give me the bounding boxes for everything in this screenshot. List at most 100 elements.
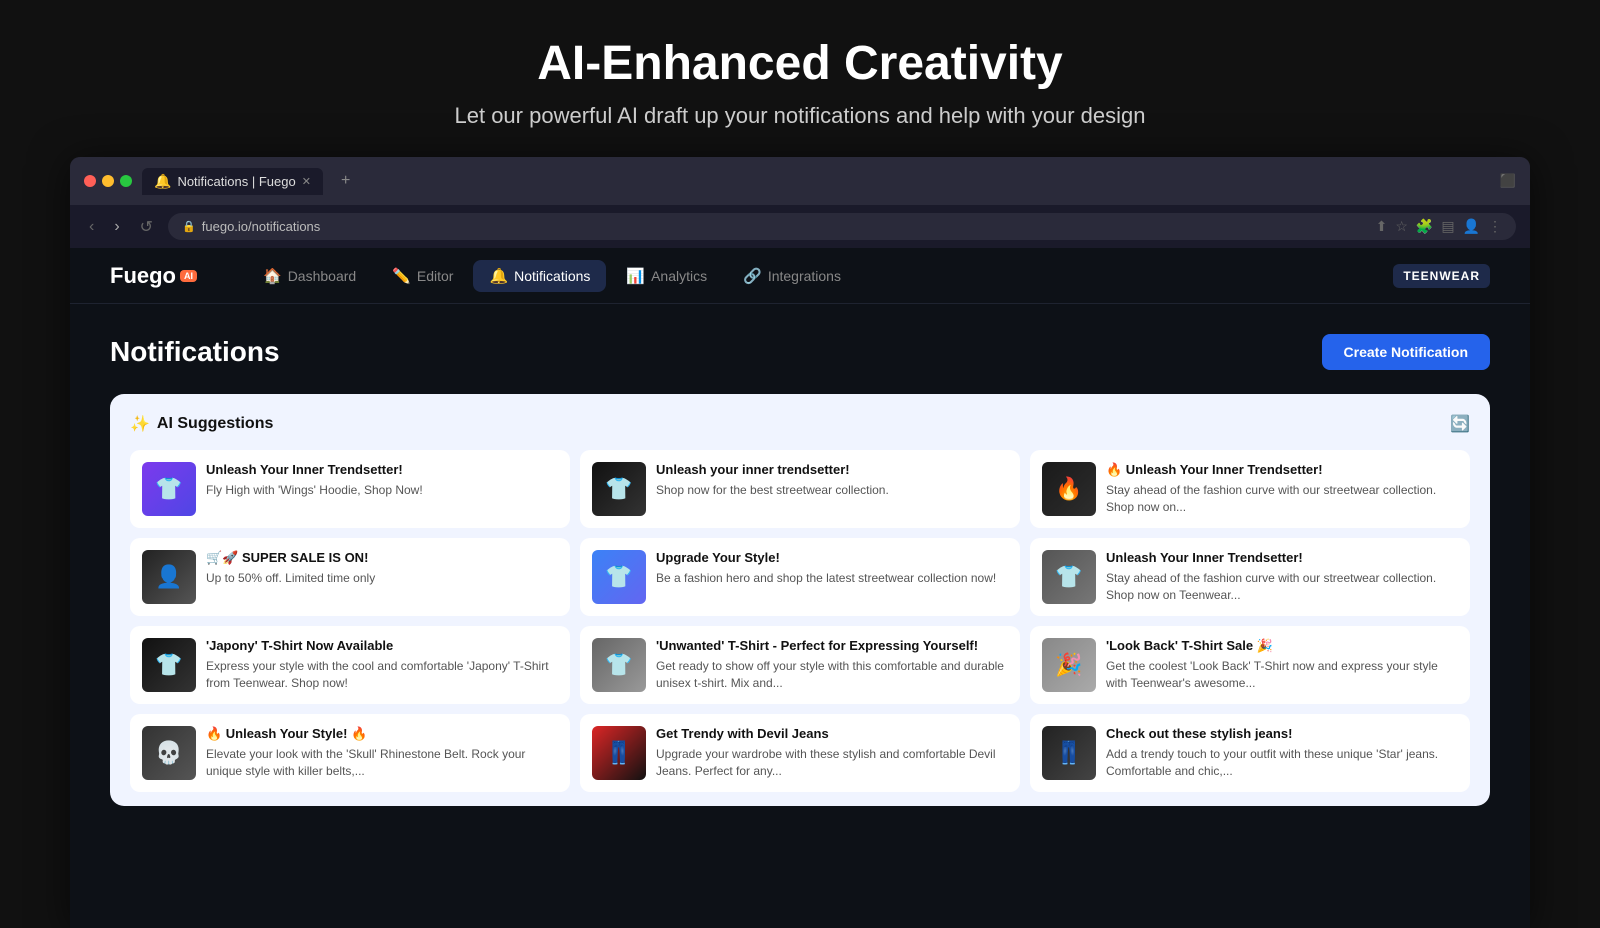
nav-notifications-label: Notifications: [514, 268, 590, 284]
suggestion-1-desc: Fly High with 'Wings' Hoodie, Shop Now!: [206, 482, 558, 499]
nav-links: 🏠 Dashboard ✏️ Editor 🔔 Notifications 📊 …: [247, 260, 1393, 292]
suggestion-3-title: 🔥 Unleash Your Inner Trendsetter!: [1106, 462, 1458, 479]
sidebar-icon[interactable]: ▤: [1441, 218, 1454, 235]
nav-user-badge[interactable]: TEENWEAR: [1393, 264, 1490, 288]
nav-notifications[interactable]: 🔔 Notifications: [473, 260, 606, 292]
suggestion-2-thumb: 👕: [592, 462, 646, 516]
suggestion-5-text: Upgrade Your Style! Be a fashion hero an…: [656, 550, 1008, 587]
refresh-suggestions-button[interactable]: 🔄: [1450, 414, 1470, 434]
lock-icon: 🔒: [182, 220, 196, 233]
browser-tab[interactable]: 🔔 Notifications | Fuego ✕: [142, 168, 323, 195]
ai-title-text: AI Suggestions: [157, 415, 273, 433]
suggestion-9-text: 'Look Back' T-Shirt Sale 🎉 Get the coole…: [1106, 638, 1458, 691]
suggestion-6-desc: Stay ahead of the fashion curve with our…: [1106, 570, 1458, 604]
suggestion-9[interactable]: 🎉 'Look Back' T-Shirt Sale 🎉 Get the coo…: [1030, 626, 1470, 704]
browser-addressbar: ‹ › ↺ 🔒 fuego.io/notifications ⬆ ☆ 🧩 ▤ 👤…: [70, 205, 1530, 248]
suggestion-9-thumb: 🎉: [1042, 638, 1096, 692]
nav-editor[interactable]: ✏️ Editor: [376, 260, 469, 292]
suggestion-7[interactable]: 👕 'Japony' T-Shirt Now Available Express…: [130, 626, 570, 704]
nav-analytics-label: Analytics: [651, 268, 707, 284]
suggestion-6-thumb: 👕: [1042, 550, 1096, 604]
suggestion-3[interactable]: 🔥 🔥 Unleash Your Inner Trendsetter! Stay…: [1030, 450, 1470, 528]
suggestion-10[interactable]: 💀 🔥 Unleash Your Style! 🔥 Elevate your l…: [130, 714, 570, 792]
suggestion-1-title: Unleash Your Inner Trendsetter!: [206, 462, 558, 479]
refresh-button[interactable]: ↺: [135, 215, 158, 239]
suggestion-2[interactable]: 👕 Unleash your inner trendsetter! Shop n…: [580, 450, 1020, 528]
window-controls: ⬛: [1500, 173, 1516, 189]
suggestion-7-thumb: 👕: [142, 638, 196, 692]
suggestion-4-desc: Up to 50% off. Limited time only: [206, 570, 558, 587]
share-icon[interactable]: ⬆: [1376, 218, 1388, 235]
suggestion-12-title: Check out these stylish jeans!: [1106, 726, 1458, 743]
suggestion-12[interactable]: 👖 Check out these stylish jeans! Add a t…: [1030, 714, 1470, 792]
page-content: Notifications Create Notification ✨ AI S…: [70, 304, 1530, 836]
editor-icon: ✏️: [392, 267, 411, 285]
bookmark-icon[interactable]: ☆: [1395, 218, 1408, 235]
address-bar-icons: ⬆ ☆ 🧩 ▤ 👤 ⋮: [1376, 218, 1502, 235]
suggestion-2-text: Unleash your inner trendsetter! Shop now…: [656, 462, 1008, 499]
suggestion-3-text: 🔥 Unleash Your Inner Trendsetter! Stay a…: [1106, 462, 1458, 515]
suggestion-5-thumb: 👕: [592, 550, 646, 604]
suggestion-2-title: Unleash your inner trendsetter!: [656, 462, 1008, 479]
suggestion-1-thumb: 👕: [142, 462, 196, 516]
forward-button[interactable]: ›: [109, 216, 124, 238]
suggestion-5-desc: Be a fashion hero and shop the latest st…: [656, 570, 1008, 587]
ai-suggestions-title: ✨ AI Suggestions: [130, 414, 273, 434]
suggestion-1-text: Unleash Your Inner Trendsetter! Fly High…: [206, 462, 558, 499]
suggestion-7-title: 'Japony' T-Shirt Now Available: [206, 638, 558, 655]
suggestion-8-desc: Get ready to show off your style with th…: [656, 658, 1008, 692]
suggestion-5[interactable]: 👕 Upgrade Your Style! Be a fashion hero …: [580, 538, 1020, 616]
profile-icon[interactable]: 👤: [1463, 218, 1480, 235]
suggestion-4[interactable]: 👤 🛒🚀 SUPER SALE IS ON! Up to 50% off. Li…: [130, 538, 570, 616]
hero-subtitle: Let our powerful AI draft up your notifi…: [20, 103, 1580, 129]
page-header: Notifications Create Notification: [110, 334, 1490, 370]
suggestion-6-title: Unleash Your Inner Trendsetter!: [1106, 550, 1458, 567]
notifications-icon: 🔔: [489, 267, 508, 285]
nav-analytics[interactable]: 📊 Analytics: [610, 260, 723, 292]
traffic-lights: [84, 175, 132, 187]
address-url: fuego.io/notifications: [202, 219, 321, 234]
app-container: Fuego AI 🏠 Dashboard ✏️ Editor 🔔 Notifica…: [70, 248, 1530, 928]
nav-editor-label: Editor: [417, 268, 454, 284]
extensions-icon[interactable]: 🧩: [1416, 218, 1433, 235]
nav-integrations[interactable]: 🔗 Integrations: [727, 260, 857, 292]
suggestion-9-title: 'Look Back' T-Shirt Sale 🎉: [1106, 638, 1458, 655]
titlebar-controls: ⬛: [1500, 173, 1516, 189]
suggestion-9-desc: Get the coolest 'Look Back' T-Shirt now …: [1106, 658, 1458, 692]
suggestion-6[interactable]: 👕 Unleash Your Inner Trendsetter! Stay a…: [1030, 538, 1470, 616]
suggestion-3-desc: Stay ahead of the fashion curve with our…: [1106, 482, 1458, 516]
ai-sparkle-icon: ✨: [130, 414, 150, 434]
dashboard-icon: 🏠: [263, 267, 282, 285]
suggestion-1[interactable]: 👕 Unleash Your Inner Trendsetter! Fly Hi…: [130, 450, 570, 528]
app-logo[interactable]: Fuego AI: [110, 263, 197, 289]
close-button[interactable]: [84, 175, 96, 187]
suggestion-11-text: Get Trendy with Devil Jeans Upgrade your…: [656, 726, 1008, 779]
suggestions-grid: 👕 Unleash Your Inner Trendsetter! Fly Hi…: [130, 450, 1470, 792]
address-bar[interactable]: 🔒 fuego.io/notifications ⬆ ☆ 🧩 ▤ 👤 ⋮: [168, 213, 1516, 240]
suggestion-11[interactable]: 👖 Get Trendy with Devil Jeans Upgrade yo…: [580, 714, 1020, 792]
suggestion-12-desc: Add a trendy touch to your outfit with t…: [1106, 746, 1458, 780]
logo-text: Fuego: [110, 263, 176, 289]
tab-close-button[interactable]: ✕: [302, 175, 311, 188]
suggestion-10-title: 🔥 Unleash Your Style! 🔥: [206, 726, 558, 743]
new-tab-button[interactable]: +: [333, 167, 358, 195]
back-button[interactable]: ‹: [84, 216, 99, 238]
tab-title: Notifications | Fuego: [177, 174, 295, 189]
browser-window: 🔔 Notifications | Fuego ✕ + ⬛ ‹ › ↺ 🔒 fu…: [70, 157, 1530, 928]
nav-dashboard[interactable]: 🏠 Dashboard: [247, 260, 372, 292]
suggestion-3-thumb: 🔥: [1042, 462, 1096, 516]
nav-integrations-label: Integrations: [768, 268, 841, 284]
app-nav: Fuego AI 🏠 Dashboard ✏️ Editor 🔔 Notifica…: [70, 248, 1530, 304]
analytics-icon: 📊: [626, 267, 645, 285]
hero-section: AI-Enhanced Creativity Let our powerful …: [0, 0, 1600, 157]
menu-icon[interactable]: ⋮: [1488, 218, 1502, 235]
logo-badge: AI: [180, 270, 197, 282]
suggestion-7-text: 'Japony' T-Shirt Now Available Express y…: [206, 638, 558, 691]
minimize-button[interactable]: [102, 175, 114, 187]
create-notification-button[interactable]: Create Notification: [1322, 334, 1490, 370]
tab-favicon: 🔔: [154, 173, 171, 190]
maximize-button[interactable]: [120, 175, 132, 187]
hero-title: AI-Enhanced Creativity: [20, 36, 1580, 91]
suggestion-8[interactable]: 👕 'Unwanted' T-Shirt - Perfect for Expre…: [580, 626, 1020, 704]
suggestion-8-title: 'Unwanted' T-Shirt - Perfect for Express…: [656, 638, 1008, 655]
